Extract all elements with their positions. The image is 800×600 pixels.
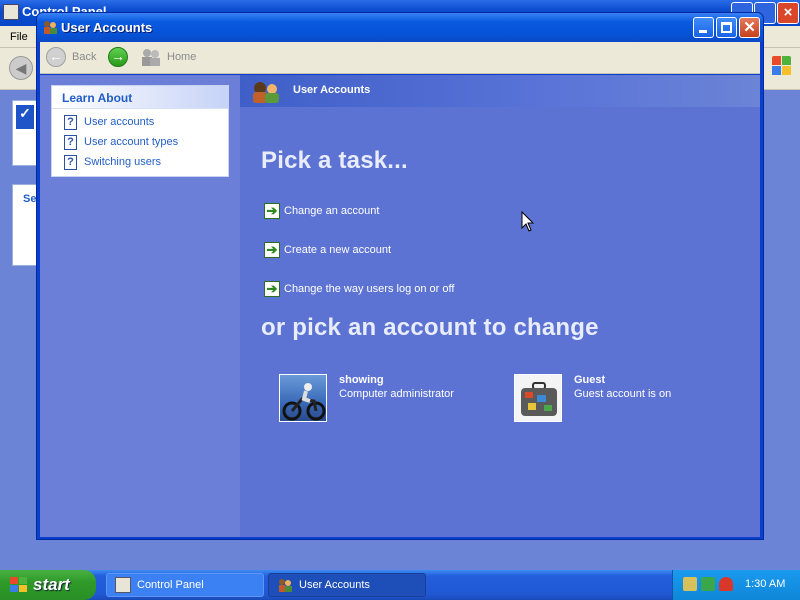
- user-accounts-icon: [44, 21, 57, 34]
- pick-account-heading: or pick an account to change: [261, 314, 599, 341]
- bg-panel-top: ✓: [12, 100, 38, 166]
- close-icon: ✕: [743, 19, 756, 36]
- task-change-account[interactable]: ➔ Change an account: [264, 203, 379, 219]
- windows-logo-icon: [772, 56, 792, 76]
- green-arrow-icon: ➔: [264, 203, 280, 219]
- clock[interactable]: 1:30 AM: [745, 578, 785, 590]
- learn-item-account-types[interactable]: ? User account types: [64, 134, 178, 150]
- account-description: Guest account is on: [574, 388, 672, 400]
- account-name: showing: [339, 374, 384, 386]
- learn-about-header: Learn About: [52, 86, 228, 109]
- task-label: Change the way users log on or off: [284, 283, 455, 295]
- network-icon[interactable]: [683, 577, 697, 591]
- system-tray: 1:30 AM: [672, 570, 800, 600]
- help-icon: ?: [64, 114, 77, 130]
- task-create-account[interactable]: ➔ Create a new account: [264, 242, 391, 258]
- taskbar-button-label: Control Panel: [137, 579, 204, 591]
- mouse-cursor-icon: [521, 211, 535, 232]
- learn-item-user-accounts[interactable]: ? User accounts: [64, 114, 154, 130]
- home-users-icon: [142, 49, 160, 66]
- bg-back-icon[interactable]: ◀: [9, 56, 33, 80]
- help-icon: ?: [64, 154, 77, 170]
- navigation-bar: ← Back → Home: [40, 42, 760, 74]
- task-label: Create a new account: [284, 244, 392, 256]
- window-title: User Accounts: [61, 20, 153, 35]
- main-pane-title: User Accounts: [293, 84, 371, 96]
- taskbar-button-user-accounts[interactable]: User Accounts: [268, 573, 426, 597]
- start-label: start: [33, 575, 70, 594]
- taskbar: start Control Panel User Accounts 1:30 A…: [0, 570, 800, 600]
- left-task-pane: Learn About ? User accounts ? User accou…: [40, 75, 240, 537]
- minimize-icon: [699, 30, 707, 33]
- learn-item-switching-users[interactable]: ? Switching users: [64, 154, 161, 170]
- home-button[interactable]: Home: [140, 46, 196, 68]
- account-description: Computer administrator: [339, 388, 454, 400]
- taskbar-button-label: User Accounts: [299, 579, 370, 591]
- task-label: Change an account: [284, 205, 380, 217]
- bg-panel-label: Se: [23, 193, 37, 205]
- learn-item-label: User accounts: [84, 116, 155, 128]
- window-titlebar[interactable]: User Accounts ✕: [37, 13, 763, 42]
- help-icon: ?: [64, 134, 77, 150]
- learn-item-label: Switching users: [84, 156, 162, 168]
- task-change-logon[interactable]: ➔ Change the way users log on or off: [264, 281, 454, 297]
- learn-item-label: User account types: [84, 136, 179, 148]
- close-button[interactable]: ✕: [739, 17, 760, 38]
- home-label: Home: [167, 51, 197, 63]
- bg-panel-bottom: Se: [12, 184, 38, 266]
- shield-icon[interactable]: [719, 577, 733, 591]
- maximize-icon: [721, 22, 732, 33]
- window-content: Learn About ? User accounts ? User accou…: [40, 75, 760, 537]
- checkmark-icon: ✓: [16, 105, 34, 129]
- user-accounts-icon: [279, 579, 292, 592]
- main-pane-header: User Accounts: [240, 75, 760, 107]
- control-panel-icon: [3, 4, 19, 20]
- control-panel-icon: [115, 577, 131, 593]
- account-guest[interactable]: Guest Guest account is on: [514, 374, 671, 422]
- back-label: Back: [72, 51, 97, 63]
- account-showing[interactable]: showing Computer administrator: [279, 374, 454, 422]
- minimize-button[interactable]: [693, 17, 714, 38]
- back-arrow-icon: ←: [46, 47, 66, 67]
- pick-task-heading: Pick a task...: [261, 147, 408, 174]
- maximize-button[interactable]: [716, 17, 737, 38]
- user-accounts-header-icon: [253, 82, 279, 103]
- motocross-picture: [279, 374, 327, 422]
- bg-close-button[interactable]: ×: [777, 2, 799, 24]
- main-pane: User Accounts Pick a task... ➔ Change an…: [240, 75, 760, 537]
- forward-button[interactable]: →: [108, 46, 128, 68]
- security-icon[interactable]: [701, 577, 715, 591]
- forward-arrow-icon: →: [108, 47, 128, 67]
- account-name: Guest: [574, 374, 606, 386]
- taskbar-button-control-panel[interactable]: Control Panel: [106, 573, 264, 597]
- windows-flag-icon: [10, 577, 27, 592]
- suitcase-picture: [514, 374, 562, 422]
- menu-file[interactable]: File: [10, 31, 28, 43]
- green-arrow-icon: ➔: [264, 281, 280, 297]
- green-arrow-icon: ➔: [264, 242, 280, 258]
- user-accounts-window: User Accounts ✕ ← Back → Home Learn Abou…: [36, 12, 764, 540]
- start-button[interactable]: start: [0, 570, 96, 600]
- back-button[interactable]: ← Back: [46, 46, 96, 68]
- learn-about-box: Learn About ? User accounts ? User accou…: [51, 85, 229, 177]
